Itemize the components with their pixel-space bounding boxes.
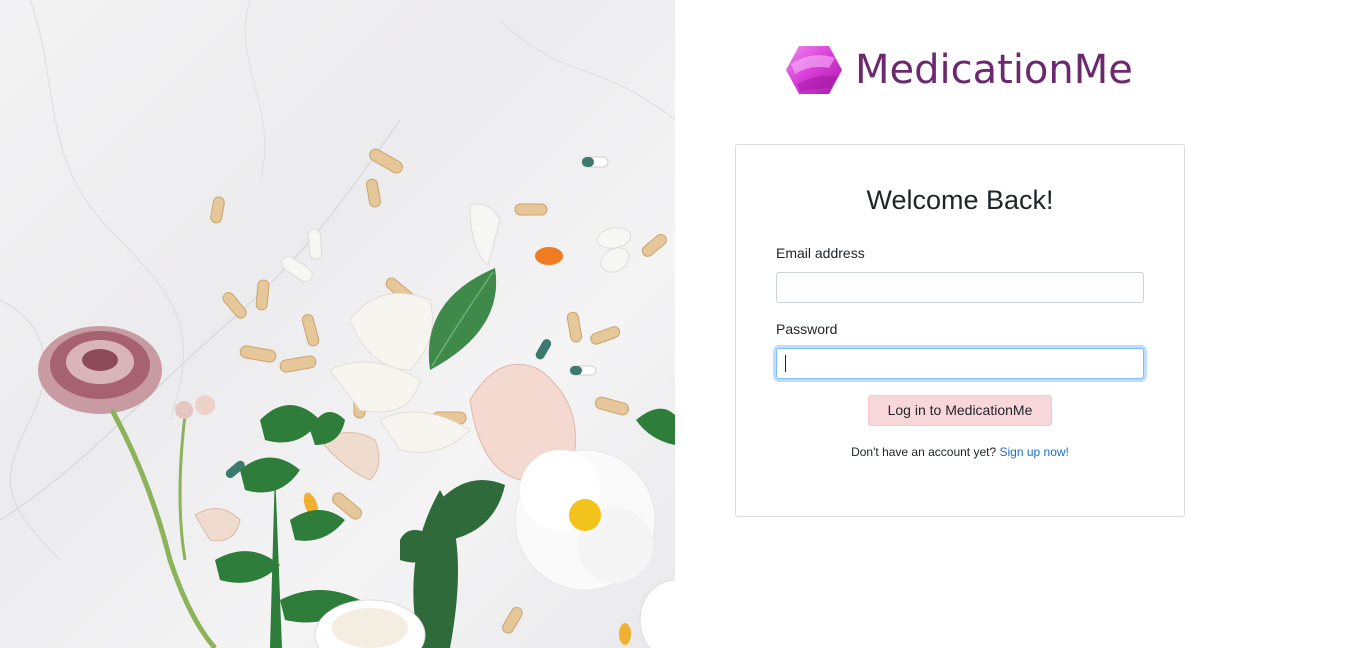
- text-caret: [785, 355, 786, 372]
- hero-photo: [0, 0, 675, 648]
- login-button[interactable]: Log in to MedicationMe: [868, 395, 1052, 426]
- pills-and-flowers-illustration: [0, 0, 675, 648]
- email-label: Email address: [776, 245, 865, 261]
- page-title: Welcome Back!: [866, 185, 1054, 215]
- password-label: Password: [776, 321, 838, 337]
- brand-header: MedicationMe: [785, 44, 1133, 96]
- signup-link[interactable]: Sign up now!: [1000, 445, 1069, 459]
- login-card: Welcome Back! Email address Password Log…: [735, 144, 1185, 517]
- signup-prompt-row: Don't have an account yet? Sign up now!: [736, 445, 1184, 459]
- hexagon-gem-icon: [786, 46, 842, 94]
- brand-name: MedicationMe: [855, 47, 1133, 93]
- email-field[interactable]: [776, 272, 1144, 303]
- password-field[interactable]: [776, 348, 1144, 379]
- signup-prompt: Don't have an account yet?: [851, 445, 997, 459]
